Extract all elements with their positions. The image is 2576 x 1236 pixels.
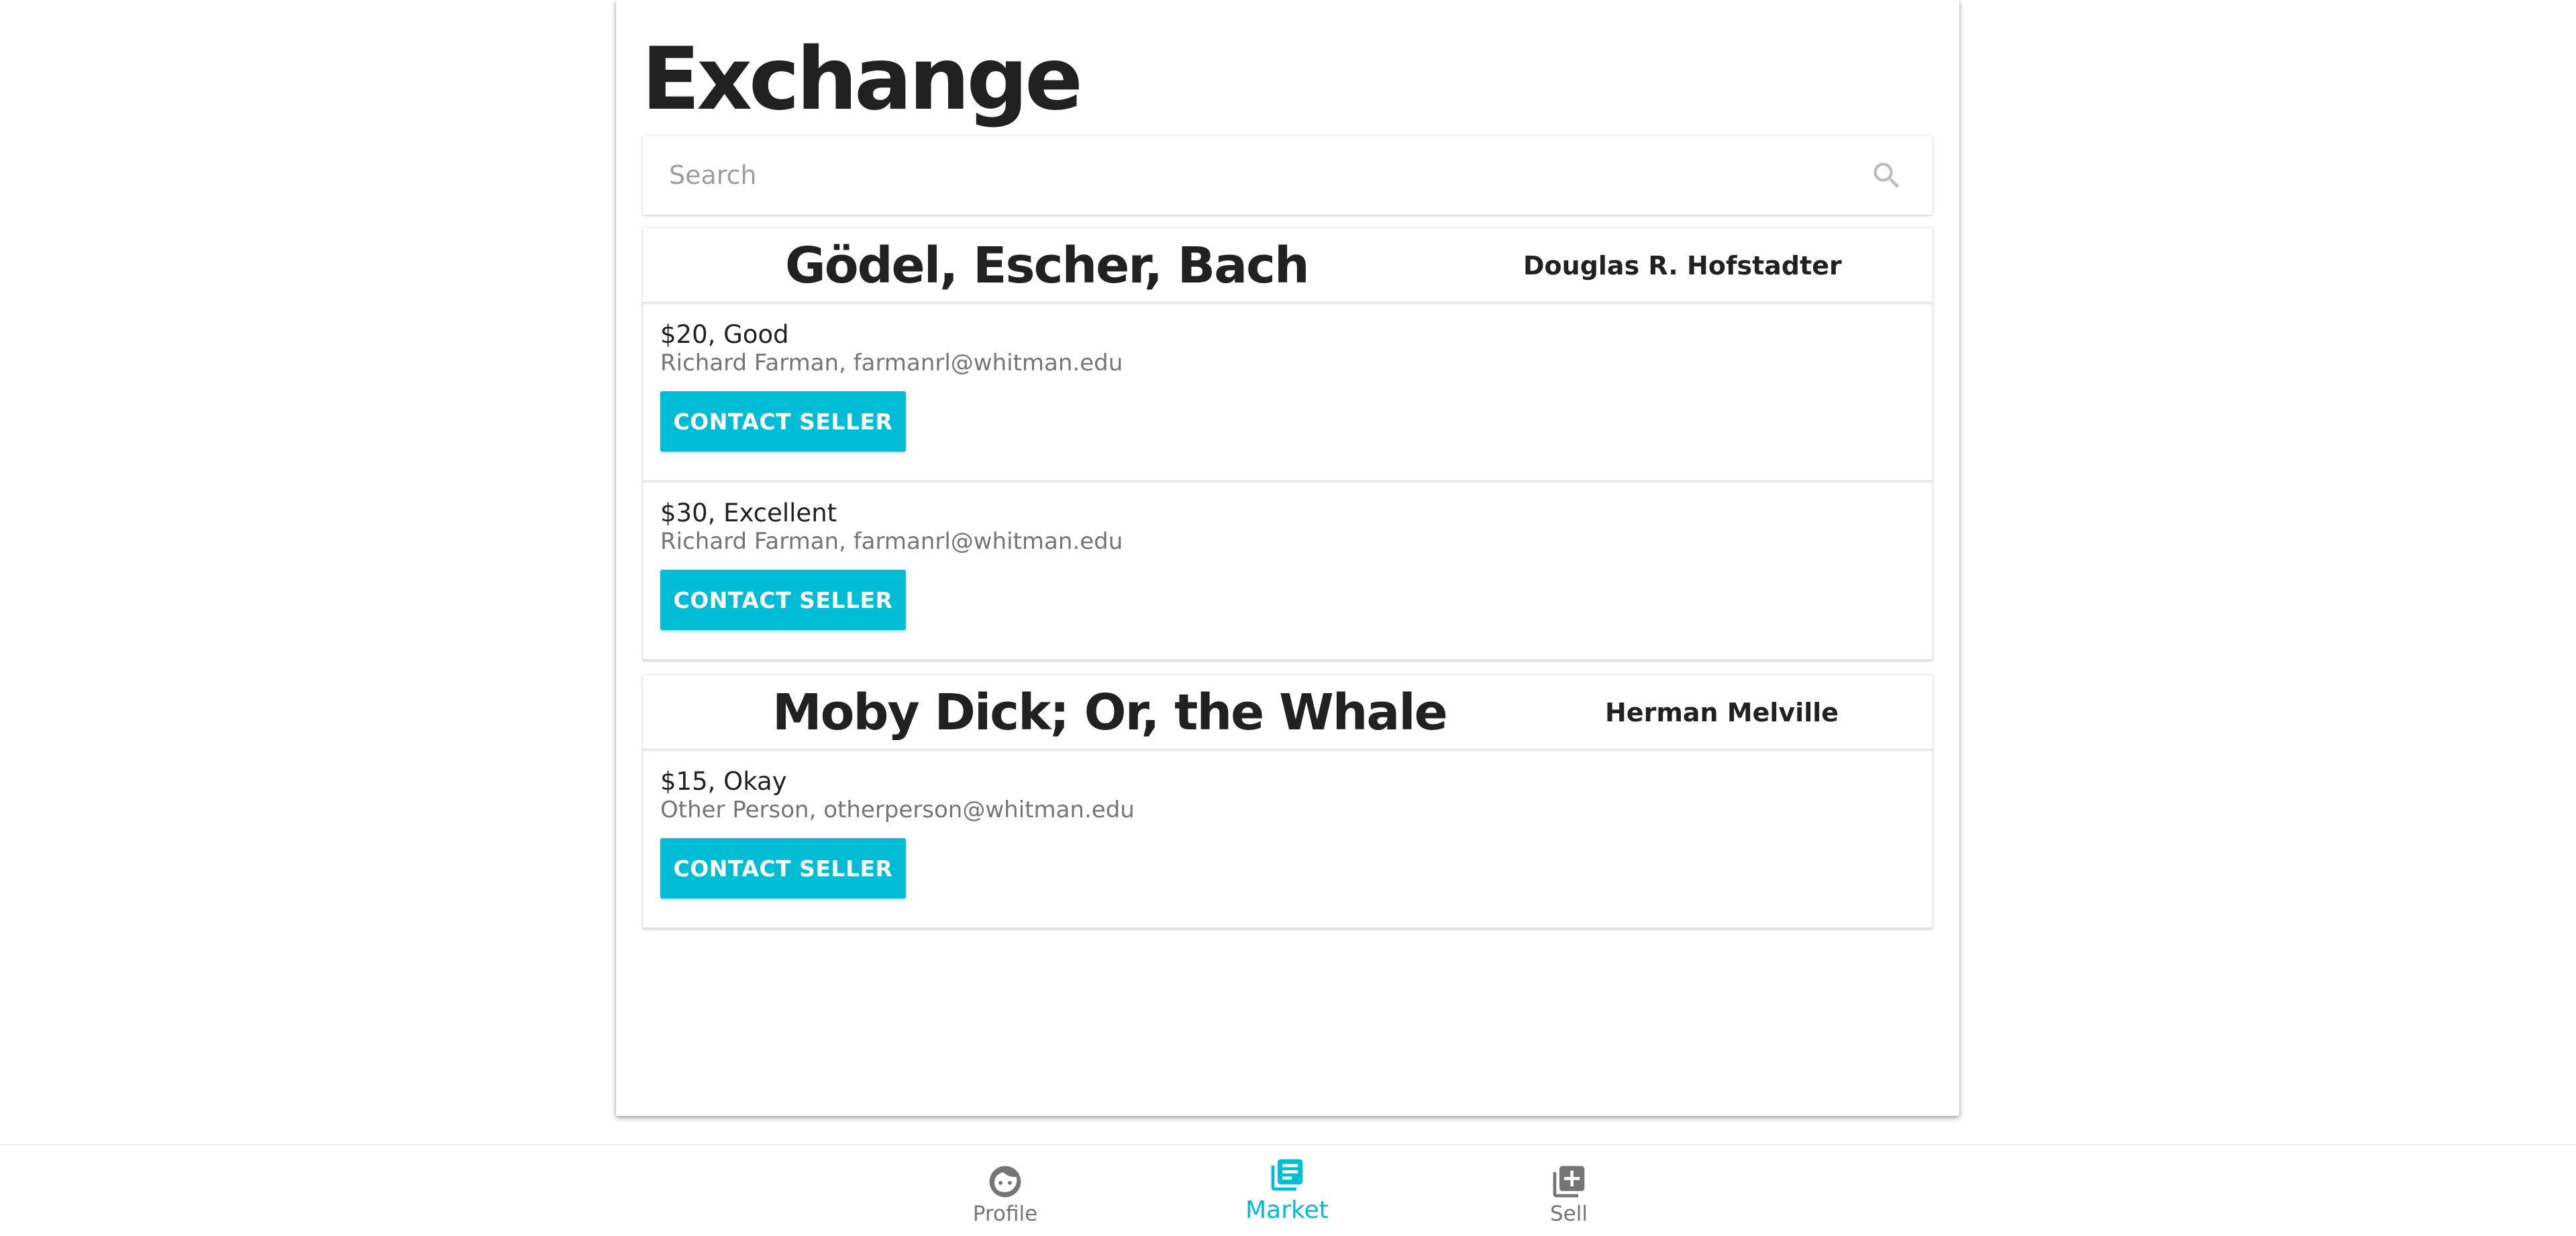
listing-price-condition: $30, Excellent <box>660 499 837 527</box>
nav-label-market: Market <box>1245 1196 1329 1224</box>
book-author: Herman Melville <box>1605 698 1839 727</box>
nav-label-sell: Sell <box>1550 1202 1588 1226</box>
nav-item-sell[interactable]: Sell <box>1468 1145 1669 1236</box>
book-card: Gödel, Escher, Bach Douglas R. Hofstadte… <box>643 228 1933 660</box>
page-title: Exchange <box>641 30 1083 130</box>
listing-price-condition: $15, Okay <box>660 767 787 796</box>
listing-seller: Richard Farman, farmanrl@whitman.edu <box>660 528 1123 555</box>
listing-item: $30, Excellent Richard Farman, farmanrl@… <box>643 482 1933 660</box>
search-icon[interactable] <box>1869 158 1904 193</box>
search-input[interactable] <box>643 136 1864 215</box>
listing-seller: Richard Farman, farmanrl@whitman.edu <box>660 350 1123 376</box>
search-bar <box>643 136 1933 215</box>
library-books-icon <box>1271 1159 1303 1191</box>
listing-price-condition: $20, Good <box>660 320 789 349</box>
listing-seller: Other Person, otherperson@whitman.edu <box>660 796 1135 823</box>
contact-seller-button[interactable]: CONTACT SELLER <box>660 838 906 898</box>
bottom-navigation: Profile Market Sell <box>0 1144 2576 1235</box>
book-author: Douglas R. Hofstadter <box>1523 251 1842 280</box>
listing-item: $15, Okay Other Person, otherperson@whit… <box>643 750 1933 929</box>
book-header: Gödel, Escher, Bach Douglas R. Hofstadte… <box>643 228 1933 303</box>
listing-item: $20, Good Richard Farman, farmanrl@whitm… <box>643 303 1933 482</box>
contact-seller-button[interactable]: CONTACT SELLER <box>660 391 906 452</box>
nav-label-profile: Profile <box>972 1202 1038 1226</box>
book-header: Moby Dick; Or, the Whale Herman Melville <box>643 675 1933 750</box>
face-icon <box>989 1166 1021 1198</box>
book-title: Moby Dick; Or, the Whale <box>772 684 1448 741</box>
library-add-icon <box>1553 1166 1585 1198</box>
book-title: Gödel, Escher, Bach <box>785 237 1310 295</box>
exchange-card: Exchange Gödel, Escher, Bach Douglas R. … <box>616 0 1959 1116</box>
nav-item-profile[interactable]: Profile <box>905 1145 1106 1236</box>
nav-item-market[interactable]: Market <box>1186 1145 1388 1236</box>
contact-seller-button[interactable]: CONTACT SELLER <box>660 570 906 630</box>
book-card: Moby Dick; Or, the Whale Herman Melville… <box>643 675 1933 929</box>
